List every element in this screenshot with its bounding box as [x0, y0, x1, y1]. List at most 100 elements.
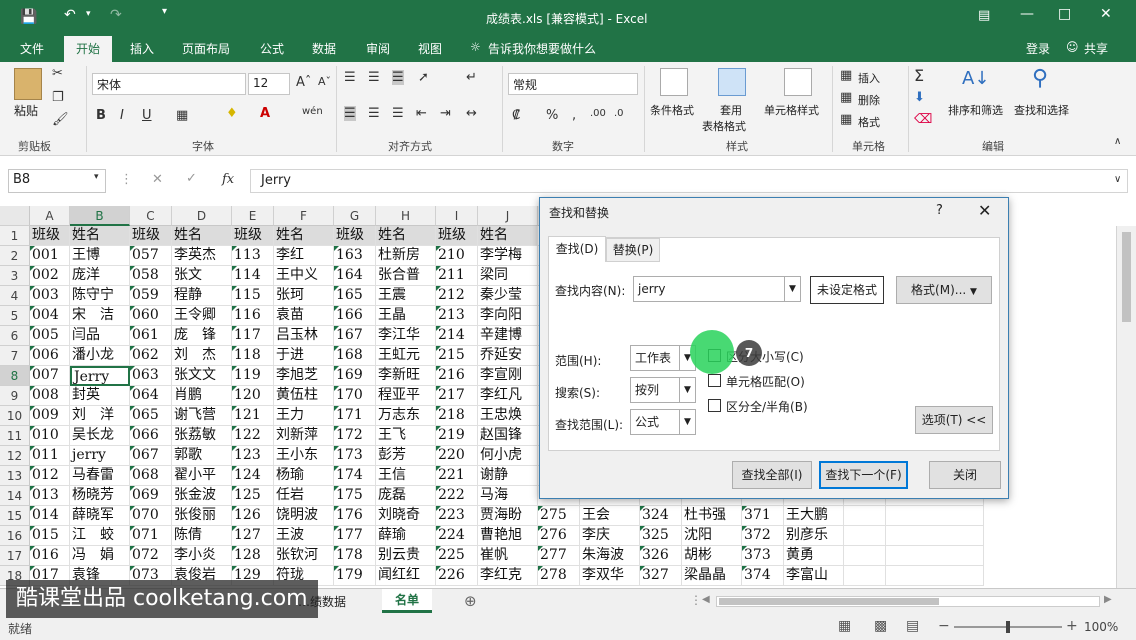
row-header[interactable]: 2 [0, 246, 30, 266]
grid-cell[interactable]: 116 [232, 306, 274, 326]
grid-cell[interactable]: 070 [130, 506, 172, 526]
grid-cell[interactable]: 071 [130, 526, 172, 546]
grid-cell[interactable]: 班级 [436, 226, 478, 246]
grid-cell[interactable]: 李宣刚 [478, 366, 538, 386]
tab-data[interactable]: 数据 [312, 40, 336, 57]
row-header[interactable]: 8 [0, 366, 30, 386]
grid-cell[interactable]: 124 [232, 466, 274, 486]
grid-cell[interactable]: 张金波 [172, 486, 232, 506]
match-entire-cell-checkbox[interactable] [708, 374, 721, 387]
grid-cell[interactable]: 封英 [70, 386, 130, 406]
column-header[interactable]: I [436, 206, 478, 226]
grid-cell[interactable]: 002 [30, 266, 70, 286]
grid-cell[interactable]: 朱海波 [580, 546, 640, 566]
grid-cell[interactable]: 李新旺 [376, 366, 436, 386]
grid-cell[interactable]: 276 [538, 526, 580, 546]
tell-me-box[interactable]: 告诉我你想要做什么 [488, 40, 596, 57]
column-header[interactable]: B [70, 206, 130, 226]
grid-cell[interactable]: 杜书强 [682, 506, 742, 526]
grid-cell[interactable]: 177 [334, 526, 376, 546]
customize-qat-icon[interactable]: ▾ [162, 6, 167, 17]
grid-cell[interactable]: 217 [436, 386, 478, 406]
grid-cell[interactable]: 165 [334, 286, 376, 306]
bold-icon[interactable]: B [96, 108, 106, 123]
grid-cell[interactable]: 003 [30, 286, 70, 306]
grid-cell[interactable]: 王令卿 [172, 306, 232, 326]
grid-cell[interactable]: 杨晓芳 [70, 486, 130, 506]
grid-cell[interactable]: 278 [538, 566, 580, 586]
increase-indent-icon[interactable]: ⇥ [440, 106, 451, 121]
grid-cell[interactable]: 谢静 [478, 466, 538, 486]
grid-cell[interactable]: 陈倩 [172, 526, 232, 546]
tab-split-icon[interactable]: ⋮ [690, 593, 702, 607]
expand-formula-icon[interactable]: ∨ [1114, 174, 1121, 185]
name-box[interactable]: B8 [8, 169, 106, 193]
grid-cell[interactable]: 辛建博 [478, 326, 538, 346]
grid-cell[interactable]: 别彦乐 [784, 526, 844, 546]
grid-cell[interactable]: jerry [70, 446, 130, 466]
sheet-tab-active[interactable]: 名单 [382, 589, 432, 613]
grid-cell[interactable]: 117 [232, 326, 274, 346]
grid-cell[interactable]: 李英杰 [172, 246, 232, 266]
grid-cell[interactable]: 120 [232, 386, 274, 406]
grid-cell[interactable]: 潘小龙 [70, 346, 130, 366]
row-header[interactable]: 15 [0, 506, 30, 526]
decrease-indent-icon[interactable]: ⇤ [416, 106, 427, 121]
grid-cell[interactable]: 李双华 [580, 566, 640, 586]
grid-cell[interactable]: 李红 [274, 246, 334, 266]
grid-cell[interactable]: 324 [640, 506, 682, 526]
grid-cell[interactable]: 069 [130, 486, 172, 506]
grid-cell[interactable]: 126 [232, 506, 274, 526]
grid-cell[interactable]: 166 [334, 306, 376, 326]
align-center-icon[interactable]: ☰ [368, 106, 380, 121]
phonetic-icon[interactable]: wén [302, 106, 323, 117]
format-as-table-button-line2[interactable]: 表格格式 [702, 118, 746, 134]
row-header[interactable]: 6 [0, 326, 30, 346]
grid-cell[interactable]: 马春雷 [70, 466, 130, 486]
tab-home[interactable]: 开始 [64, 36, 113, 62]
grid-cell[interactable]: 乔延安 [478, 346, 538, 366]
row-header[interactable]: 1 [0, 226, 30, 246]
find-what-input[interactable]: jerry ▼ [633, 276, 801, 302]
grid-cell[interactable]: 李小炎 [172, 546, 232, 566]
grid-cell[interactable]: 程亚平 [376, 386, 436, 406]
tab-review[interactable]: 审阅 [366, 40, 390, 57]
grid-cell[interactable]: 梁晶晶 [682, 566, 742, 586]
row-header[interactable]: 16 [0, 526, 30, 546]
grid-cell[interactable]: 059 [130, 286, 172, 306]
grid-cell[interactable]: 李旭芝 [274, 366, 334, 386]
grid-cell[interactable]: 215 [436, 346, 478, 366]
format-cells-icon[interactable]: ▦ [840, 112, 852, 127]
grid-cell[interactable]: 327 [640, 566, 682, 586]
grid-cell[interactable]: 于进 [274, 346, 334, 366]
paste-icon[interactable] [14, 68, 42, 100]
row-header[interactable]: 11 [0, 426, 30, 446]
align-right-icon[interactable]: ☰ [392, 106, 404, 121]
grid-cell[interactable] [844, 566, 886, 586]
grid-cell[interactable]: 214 [436, 326, 478, 346]
find-all-button[interactable]: 查找全部(I) [732, 461, 812, 489]
name-box-dropdown-icon[interactable]: ▾ [94, 172, 99, 182]
grid-cell[interactable]: 123 [232, 446, 274, 466]
grid-cell[interactable]: 王小东 [274, 446, 334, 466]
search-dropdown-icon[interactable]: ▼ [679, 378, 695, 402]
grid-cell[interactable]: 275 [538, 506, 580, 526]
grid-cell[interactable]: 彭芳 [376, 446, 436, 466]
grid-cell[interactable]: 马海 [478, 486, 538, 506]
format-painter-icon[interactable]: 🖌 [52, 112, 69, 127]
page-break-view-icon[interactable]: ▤ [906, 618, 919, 634]
grid-cell[interactable]: 178 [334, 546, 376, 566]
row-header[interactable]: 14 [0, 486, 30, 506]
grid-cell[interactable]: 164 [334, 266, 376, 286]
grid-cell[interactable] [844, 526, 886, 546]
close-icon[interactable]: ✕ [1100, 6, 1112, 22]
column-header[interactable]: D [172, 206, 232, 226]
grid-cell[interactable]: 064 [130, 386, 172, 406]
autosum-icon[interactable]: Σ [914, 66, 924, 85]
grid-cell[interactable]: 125 [232, 486, 274, 506]
grid-cell[interactable] [886, 546, 984, 566]
look-in-select[interactable]: 公式 ▼ [630, 409, 696, 435]
dialog-close-icon[interactable]: ✕ [978, 201, 991, 220]
row-header[interactable]: 4 [0, 286, 30, 306]
grid-cell[interactable]: 060 [130, 306, 172, 326]
